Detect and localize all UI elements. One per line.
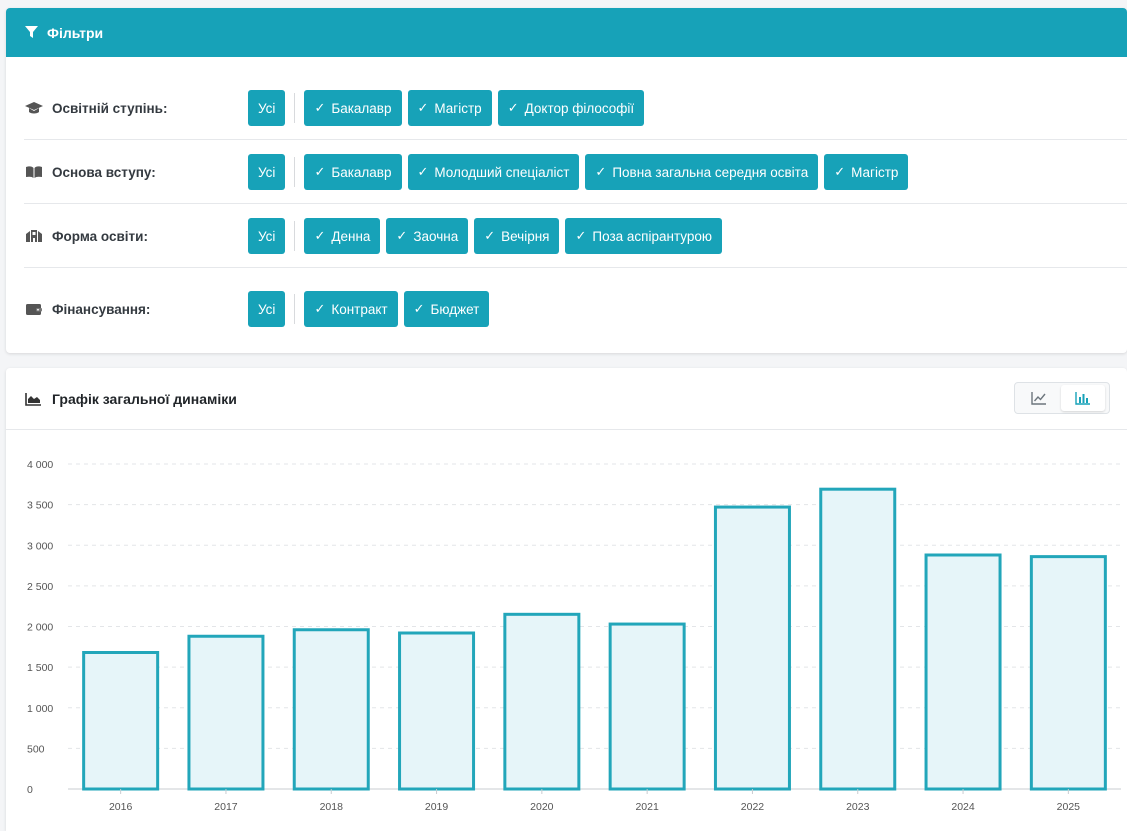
- bar-2022[interactable]: [713, 505, 791, 791]
- degree-option-phd[interactable]: ✓ Доктор філософії: [497, 90, 645, 126]
- filter-label-degree: Освітній ступінь:: [52, 100, 168, 116]
- chart-view-toggle: [1014, 382, 1110, 414]
- x-tick-label: 2017: [214, 801, 238, 813]
- filters-panel: Фільтри Освітній ступінь: Усі ✓ Бакалавр …: [6, 8, 1127, 353]
- y-tick-label: 1 000: [27, 703, 53, 715]
- divider: [294, 93, 296, 123]
- filter-label-study-form: Форма освіти:: [52, 228, 148, 244]
- entry-basis-option-master[interactable]: ✓ Магістр: [824, 154, 909, 190]
- check-icon: ✓: [314, 301, 326, 316]
- study-form-option-part-time[interactable]: ✓ Заочна: [386, 218, 469, 254]
- check-icon: ✓: [413, 301, 425, 316]
- check-icon: ✓: [314, 100, 326, 115]
- x-tick-label: 2023: [846, 801, 870, 813]
- x-tick-label: 2020: [530, 801, 554, 813]
- x-tick-label: 2021: [635, 801, 659, 813]
- building-icon: [26, 230, 42, 242]
- study-form-all-button[interactable]: Усі: [248, 218, 286, 254]
- graduation-cap-icon: [25, 102, 43, 114]
- line-chart-icon: [1031, 392, 1046, 405]
- degree-all-button[interactable]: Усі: [248, 90, 286, 126]
- bar-chart-icon: [1075, 392, 1090, 405]
- bar-2019[interactable]: [398, 631, 476, 791]
- check-icon: ✓: [834, 164, 846, 179]
- y-tick-label: 2 000: [27, 622, 53, 634]
- area-chart-icon: [25, 392, 41, 406]
- chart-panel: Графік загальної динаміки 0 500 1 000 1 500…: [6, 368, 1127, 831]
- filter-row-degree: Освітній ступінь: Усі ✓ Бакалавр ✓ Магістр…: [6, 76, 1127, 140]
- bar-2024[interactable]: [924, 553, 1002, 791]
- check-icon: ✓: [575, 228, 587, 243]
- bar-2016[interactable]: [82, 651, 160, 791]
- bar-2020[interactable]: [503, 612, 581, 791]
- degree-option-master[interactable]: ✓ Магістр: [407, 90, 492, 126]
- degree-options: Усі ✓ Бакалавр ✓ Магістр ✓ Доктор філософії: [248, 90, 650, 126]
- y-tick-label: 3 500: [27, 500, 53, 512]
- x-tick-label: 2024: [951, 801, 975, 813]
- line-view-button[interactable]: [1017, 385, 1061, 411]
- filter-label-funding: Фінансування:: [52, 301, 151, 317]
- entry-basis-option-junior-specialist[interactable]: ✓ Молодший спеціаліст: [407, 154, 580, 190]
- book-open-icon: [26, 166, 42, 178]
- y-tick-label: 0: [27, 784, 33, 796]
- y-tick-label: 2 500: [27, 581, 53, 593]
- filter-icon: [25, 26, 38, 38]
- x-tick-label: 2016: [109, 801, 133, 813]
- entry-basis-option-secondary[interactable]: ✓ Повна загальна середня освіта: [585, 154, 819, 190]
- check-icon: ✓: [484, 228, 496, 243]
- entry-basis-option-bachelor[interactable]: ✓ Бакалавр: [304, 154, 402, 190]
- check-icon: ✓: [507, 100, 519, 115]
- y-tick-label: 4 000: [27, 459, 53, 471]
- x-tick-label: 2019: [425, 801, 449, 813]
- funding-option-contract[interactable]: ✓ Контракт: [304, 291, 398, 327]
- divider: [294, 221, 296, 251]
- study-form-option-evening[interactable]: ✓ Вечірня: [474, 218, 560, 254]
- entry-basis-all-button[interactable]: Усі: [248, 154, 286, 190]
- chart-header: Графік загальної динаміки: [6, 368, 1127, 430]
- divider: [294, 157, 296, 187]
- filters-title: Фільтри: [47, 24, 104, 41]
- y-tick-label: 1 500: [27, 662, 53, 674]
- x-tick-label: 2018: [320, 801, 344, 813]
- bar-2018[interactable]: [292, 628, 370, 791]
- divider: [294, 294, 296, 324]
- wallet-icon: [26, 304, 42, 315]
- bar-2025[interactable]: [1029, 555, 1107, 791]
- funding-option-budget[interactable]: ✓ Бюджет: [403, 291, 490, 327]
- bar-2023[interactable]: [819, 487, 897, 791]
- funding-options: Усі ✓ Контракт ✓ Бюджет: [248, 291, 495, 327]
- entry-basis-options: Усі ✓ Бакалавр ✓ Молодший спеціаліст ✓ Повн…: [248, 154, 914, 190]
- study-form-option-external[interactable]: ✓ Поза аспірантурою: [565, 218, 723, 254]
- filter-row-entry-basis: Основа вступу: Усі ✓ Бакалавр ✓ Молодший с…: [6, 140, 1127, 204]
- bar-2017[interactable]: [187, 634, 265, 791]
- bar-view-button[interactable]: [1061, 385, 1105, 411]
- filters-header[interactable]: Фільтри: [6, 8, 1127, 57]
- funding-all-button[interactable]: Усі: [248, 291, 286, 327]
- check-icon: ✓: [417, 164, 429, 179]
- x-tick-label: 2025: [1057, 801, 1081, 813]
- x-tick-label: 2022: [741, 801, 765, 813]
- degree-option-bachelor[interactable]: ✓ Бакалавр: [304, 90, 402, 126]
- bar-chart: 0 500 1 000 1 500 2 000 2 500 3 000 3 500 4 000 2…: [27, 459, 1121, 813]
- filter-row-study-form: Форма освіти: Усі ✓ Денна ✓ Заочна ✓ Вечірн…: [6, 204, 1127, 268]
- check-icon: ✓: [314, 164, 326, 179]
- check-icon: ✓: [314, 228, 326, 243]
- y-tick-label: 500: [27, 743, 45, 755]
- study-form-option-full-time[interactable]: ✓ Денна: [304, 218, 381, 254]
- check-icon: ✓: [396, 228, 408, 243]
- y-tick-label: 3 000: [27, 540, 53, 552]
- bar-2021[interactable]: [608, 622, 686, 791]
- check-icon: ✓: [595, 164, 607, 179]
- filter-row-funding: Фінансування: Усі ✓ Контракт ✓ Бюджет: [6, 277, 1127, 341]
- check-icon: ✓: [417, 100, 429, 115]
- chart-title: Графік загальної динаміки: [52, 390, 237, 407]
- filter-label-entry-basis: Основа вступу:: [52, 164, 156, 180]
- study-form-options: Усі ✓ Денна ✓ Заочна ✓ Вечірня ✓ Поза аспіра…: [248, 218, 728, 254]
